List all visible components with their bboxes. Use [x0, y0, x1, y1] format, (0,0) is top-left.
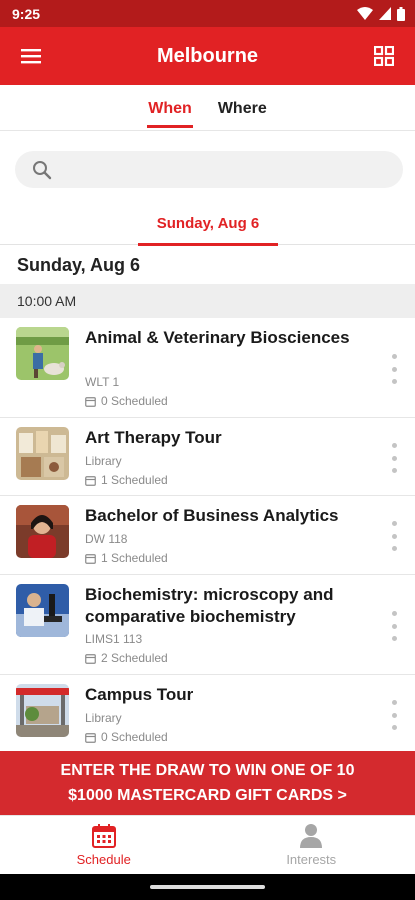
more-options-button[interactable] [387, 443, 401, 473]
session-row[interactable]: Bachelor of Business Analytics DW 118 1 … [0, 496, 415, 575]
search-icon [33, 160, 52, 179]
session-location: Library [85, 454, 122, 468]
app-title: Melbourne [156, 44, 259, 67]
session-scheduled-count: 0 Scheduled [101, 394, 168, 408]
nav-schedule-label: Schedule [76, 852, 131, 867]
session-list: Animal & Veterinary Biosciences WLT 1 0 … [0, 318, 415, 754]
more-options-button[interactable] [387, 354, 401, 384]
wifi-icon [357, 7, 373, 20]
session-scheduled-count: 2 Scheduled [101, 651, 168, 665]
search-bar[interactable] [15, 151, 403, 188]
session-location: Library [85, 711, 122, 725]
view-tabs: When Where [0, 85, 415, 131]
session-thumbnail [16, 684, 69, 737]
session-scheduled-count: 1 Scheduled [101, 473, 168, 487]
session-title: Biochemistry: microscopy and comparative… [85, 585, 334, 626]
session-row[interactable]: Animal & Veterinary Biosciences WLT 1 0 … [0, 318, 415, 418]
menu-button[interactable] [14, 39, 48, 73]
more-options-button[interactable] [387, 700, 401, 730]
session-title: Bachelor of Business Analytics [85, 506, 339, 525]
session-scheduled: 0 Scheduled [85, 394, 168, 408]
hamburger-icon [21, 49, 41, 64]
date-tabs: Sunday, Aug 6 [0, 205, 415, 246]
tab-when[interactable]: When [147, 85, 193, 131]
more-options-button[interactable] [387, 521, 401, 551]
nav-interests-label: Interests [286, 852, 337, 867]
session-scheduled: 1 Scheduled [85, 473, 168, 487]
calendar-icon [85, 396, 96, 407]
more-options-button[interactable] [387, 611, 401, 641]
grid-view-button[interactable] [367, 39, 401, 73]
session-scheduled: 2 Scheduled [85, 651, 168, 665]
day-heading: Sunday, Aug 6 [17, 255, 141, 275]
nav-interests[interactable]: Interests [208, 816, 415, 874]
session-location: WLT 1 [85, 375, 120, 389]
session-scheduled-count: 1 Scheduled [101, 551, 168, 565]
status-time: 9:25 [12, 5, 41, 22]
nav-schedule[interactable]: Schedule [0, 816, 208, 874]
time-slot-label: 10:00 AM [17, 293, 77, 309]
session-row[interactable]: Art Therapy Tour Library 1 Scheduled [0, 418, 415, 496]
session-title: Campus Tour [85, 685, 194, 704]
person-icon [300, 824, 323, 848]
calendar-icon [85, 732, 96, 743]
session-scheduled: 1 Scheduled [85, 551, 168, 565]
session-thumbnail [16, 327, 69, 380]
app-bar: Melbourne [0, 27, 415, 85]
promo-line-2: $1000 MASTERCARD GIFT CARDS > [68, 787, 347, 804]
session-scheduled-count: 0 Scheduled [101, 730, 168, 744]
status-icons [357, 6, 405, 21]
calendar-icon [85, 653, 96, 664]
session-location: LIMS1 113 [85, 632, 143, 646]
tab-where[interactable]: Where [218, 85, 267, 131]
session-thumbnail [16, 505, 69, 558]
session-scheduled: 0 Scheduled [85, 730, 168, 744]
search-input[interactable] [62, 161, 382, 178]
time-slot-header: 10:00 AM [0, 284, 415, 318]
session-title: Animal & Veterinary Biosciences [85, 328, 350, 347]
grid-icon [374, 46, 394, 66]
date-tab-selected[interactable]: Sunday, Aug 6 [138, 205, 278, 246]
promo-line-1: ENTER THE DRAW TO WIN ONE OF 10 [60, 762, 355, 779]
session-thumbnail [16, 584, 69, 637]
calendar-icon [85, 553, 96, 564]
session-title: Art Therapy Tour [85, 428, 222, 447]
calendar-icon [85, 475, 96, 486]
session-row[interactable]: Campus Tour Library 0 Scheduled [0, 675, 415, 754]
gesture-bar [0, 874, 415, 900]
session-row[interactable]: Biochemistry: microscopy and comparative… [0, 575, 415, 675]
status-bar: 9:25 [0, 0, 415, 27]
signal-icon [379, 7, 391, 20]
promo-banner[interactable]: ENTER THE DRAW TO WIN ONE OF 10 $1000 MA… [0, 751, 415, 815]
bottom-nav: Schedule Interests [0, 815, 415, 874]
home-gesture-handle[interactable] [150, 885, 265, 889]
session-location: DW 118 [85, 532, 128, 546]
battery-icon [397, 6, 405, 21]
session-thumbnail [16, 427, 69, 480]
calendar-icon [91, 824, 116, 848]
